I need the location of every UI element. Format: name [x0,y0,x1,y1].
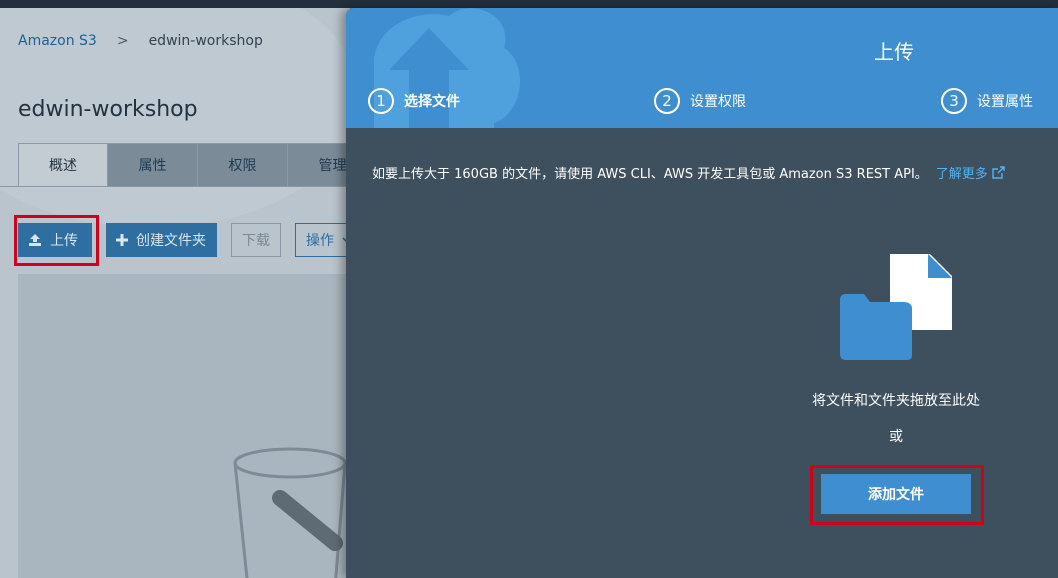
tab-management[interactable]: 管理 [288,143,350,187]
learn-more-label: 了解更多 [935,167,988,182]
external-link-icon [992,166,1005,179]
file-and-folder-icon [840,254,952,360]
step-number: 1 [368,88,394,114]
create-folder-button[interactable]: 创建文件夹 [106,223,217,257]
create-folder-label: 创建文件夹 [136,233,206,249]
tab-permissions[interactable]: 权限 [198,143,288,187]
drop-zone-text: 将文件和文件夹拖放至此处 [812,393,980,409]
step-label: 选择文件 [404,94,460,110]
upload-button-highlight [14,215,99,266]
page-title: edwin-workshop [18,97,198,122]
operations-dropdown[interactable]: 操作 [295,223,350,257]
breadcrumb: Amazon S3 > edwin-workshop [18,33,263,49]
breadcrumb-separator: > [116,33,129,49]
add-files-highlight [810,465,984,525]
step-number: 3 [941,88,967,114]
tab-overview[interactable]: 概述 [18,143,108,187]
learn-more-link[interactable]: 了解更多 [936,163,1005,182]
plus-icon [116,234,128,246]
step-number: 2 [654,88,680,114]
empty-bucket-illustration [233,447,347,578]
download-label: 下载 [242,233,270,249]
download-button[interactable]: 下载 [231,223,281,257]
or-separator: 或 [889,429,903,445]
notice-text: 如要上传大于 160GB 的文件，请使用 AWS CLI、AWS 开发工具包或 … [372,167,928,182]
bucket-overview-page: Amazon S3 > edwin-workshop edwin-worksho… [0,8,350,578]
step-label: 设置权限 [690,94,746,110]
tabs-divider [0,186,350,187]
top-navigation-bar [0,0,1058,8]
step-select-files[interactable]: 1 选择文件 [368,88,460,114]
bucket-tabs: 概述 属性 权限 管理 [18,143,350,187]
step-set-permissions[interactable]: 2 设置权限 [654,88,746,114]
step-set-properties[interactable]: 3 设置属性 [941,88,1033,114]
operations-label: 操作 [306,233,334,249]
modal-title: 上传 [874,40,914,64]
breadcrumb-root-link[interactable]: Amazon S3 [18,33,97,49]
breadcrumb-current: edwin-workshop [148,33,263,49]
tab-properties[interactable]: 属性 [108,143,198,187]
large-file-notice: 如要上传大于 160GB 的文件，请使用 AWS CLI、AWS 开发工具包或 … [372,163,1005,182]
upload-modal-header: 上传 1 选择文件 2 设置权限 3 设置属性 [346,8,1058,128]
step-label: 设置属性 [977,94,1033,110]
